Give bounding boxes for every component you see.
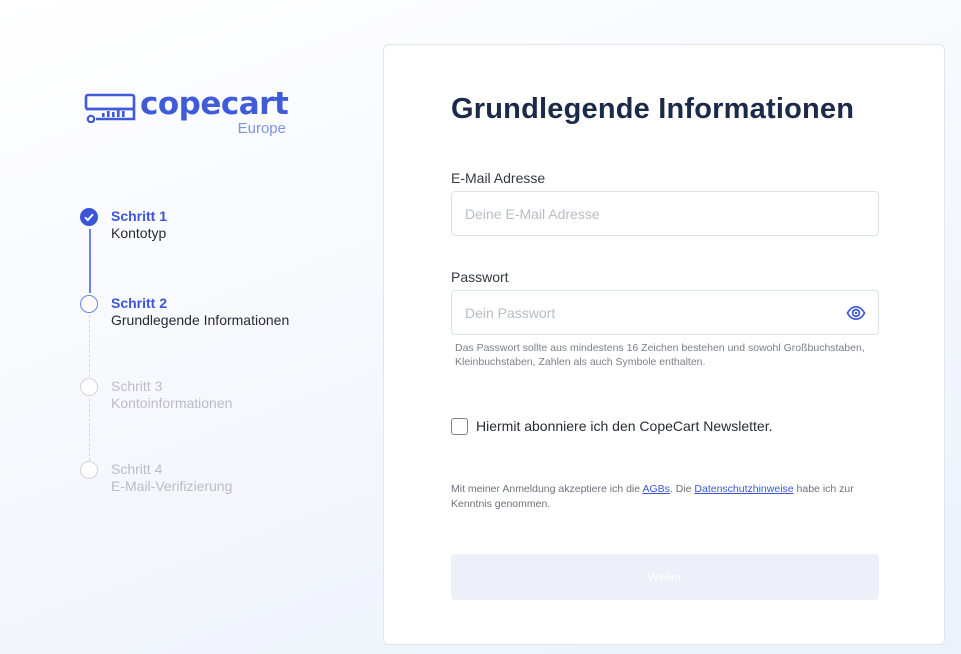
step-title: Schritt 3 <box>111 378 163 394</box>
email-label: E-Mail Adresse <box>451 170 546 186</box>
newsletter-label[interactable]: Hiermit abonniere ich den CopeCart Newsl… <box>476 418 772 434</box>
legal-prefix: Mit meiner Anmeldung akzeptiere ich die <box>451 483 643 495</box>
step-4: Schritt 4 E-Mail-Verifizierung <box>80 458 370 502</box>
eye-icon[interactable] <box>846 304 866 322</box>
empty-circle-icon <box>80 461 98 479</box>
brand-region: Europe <box>237 120 286 137</box>
cart-chart-icon <box>84 93 136 123</box>
step-title: Schritt 2 <box>111 295 168 311</box>
newsletter-checkbox[interactable] <box>451 418 468 435</box>
registration-form-card: Grundlegende Informationen E-Mail Adress… <box>383 44 945 645</box>
copecart-logo: copecart Europe <box>84 86 294 138</box>
step-subtitle: Kontoinformationen <box>111 395 233 411</box>
password-input[interactable] <box>452 291 878 334</box>
empty-circle-icon <box>80 378 98 396</box>
check-circle-icon <box>80 208 98 226</box>
password-field-wrapper <box>451 290 879 335</box>
submit-button[interactable]: Weiter <box>451 554 879 600</box>
step-subtitle: Kontotyp <box>111 225 167 241</box>
step-title: Schritt 4 <box>111 461 163 477</box>
email-field-wrapper <box>451 191 879 236</box>
legal-notice: Mit meiner Anmeldung akzeptiere ich die … <box>451 482 881 512</box>
privacy-link[interactable]: Datenschutzhinweise <box>694 483 793 495</box>
email-input[interactable] <box>452 192 878 235</box>
legal-middle: . Die <box>669 483 695 495</box>
ring-circle-icon <box>80 295 98 313</box>
newsletter-option: Hiermit abonniere ich den CopeCart Newsl… <box>451 417 871 439</box>
step-title: Schritt 1 <box>111 208 168 224</box>
step-subtitle: E-Mail-Verifizierung <box>111 478 233 494</box>
brand-name: copecart <box>140 86 289 122</box>
password-hint: Das Passwort sollte aus mindestens 16 Ze… <box>455 342 865 368</box>
step-subtitle: Grundlegende Informationen <box>111 312 290 328</box>
form-title: Grundlegende Informationen <box>451 93 855 125</box>
step-1: Schritt 1 Kontotyp <box>80 205 370 249</box>
step-3: Schritt 3 Kontoinformationen <box>80 375 370 419</box>
password-label: Passwort <box>451 269 509 285</box>
step-2: Schritt 2 Grundlegende Informationen <box>80 292 370 336</box>
agb-link[interactable]: AGBs <box>642 483 669 495</box>
registration-stepper: Schritt 1 Kontotyp Schritt 2 Grundlegend… <box>80 205 370 505</box>
